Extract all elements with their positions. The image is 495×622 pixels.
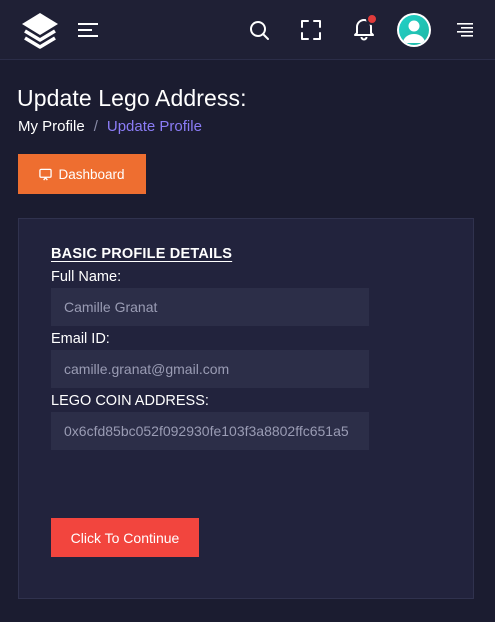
page-title: Update Lego Address: — [17, 85, 247, 111]
hamburger-menu-icon[interactable] — [76, 20, 100, 40]
coin-address-label: LEGO COIN ADDRESS: — [51, 393, 209, 409]
notification-badge — [366, 13, 378, 25]
section-title: BASIC PROFILE DETAILS — [51, 246, 233, 262]
avatar-image — [399, 15, 429, 45]
user-avatar-icon[interactable] — [397, 13, 431, 47]
email-label: Email ID: — [51, 331, 110, 347]
full-name-label: Full Name: — [51, 269, 122, 285]
monitor-icon — [39, 168, 53, 180]
breadcrumb-separator: / — [93, 118, 98, 135]
email-field[interactable]: camille.granat@gmail.com — [51, 350, 369, 388]
profile-form-card: BASIC PROFILE DETAILS Full Name: Camille… — [18, 218, 474, 599]
top-navbar — [0, 0, 495, 60]
breadcrumb: My Profile / Update Profile — [18, 118, 202, 135]
fullscreen-icon[interactable] — [300, 19, 322, 41]
breadcrumb-current: Update Profile — [106, 118, 202, 135]
coin-address-field[interactable]: 0x6cfd85bc052f092930fe103f3a8802ffc651a5 — [51, 412, 369, 450]
full-name-field[interactable]: Camille Granat — [51, 288, 369, 326]
continue-button[interactable]: Click To Continue — [51, 518, 199, 557]
dashboard-button[interactable]: Dashboard — [18, 154, 146, 194]
dashboard-button-label: Dashboard — [58, 166, 125, 182]
breadcrumb-home-link[interactable]: My Profile — [18, 118, 85, 135]
right-align-menu-icon[interactable] — [453, 21, 475, 39]
search-icon[interactable] — [248, 19, 270, 41]
stacked-layers-logo-icon[interactable] — [20, 11, 60, 51]
